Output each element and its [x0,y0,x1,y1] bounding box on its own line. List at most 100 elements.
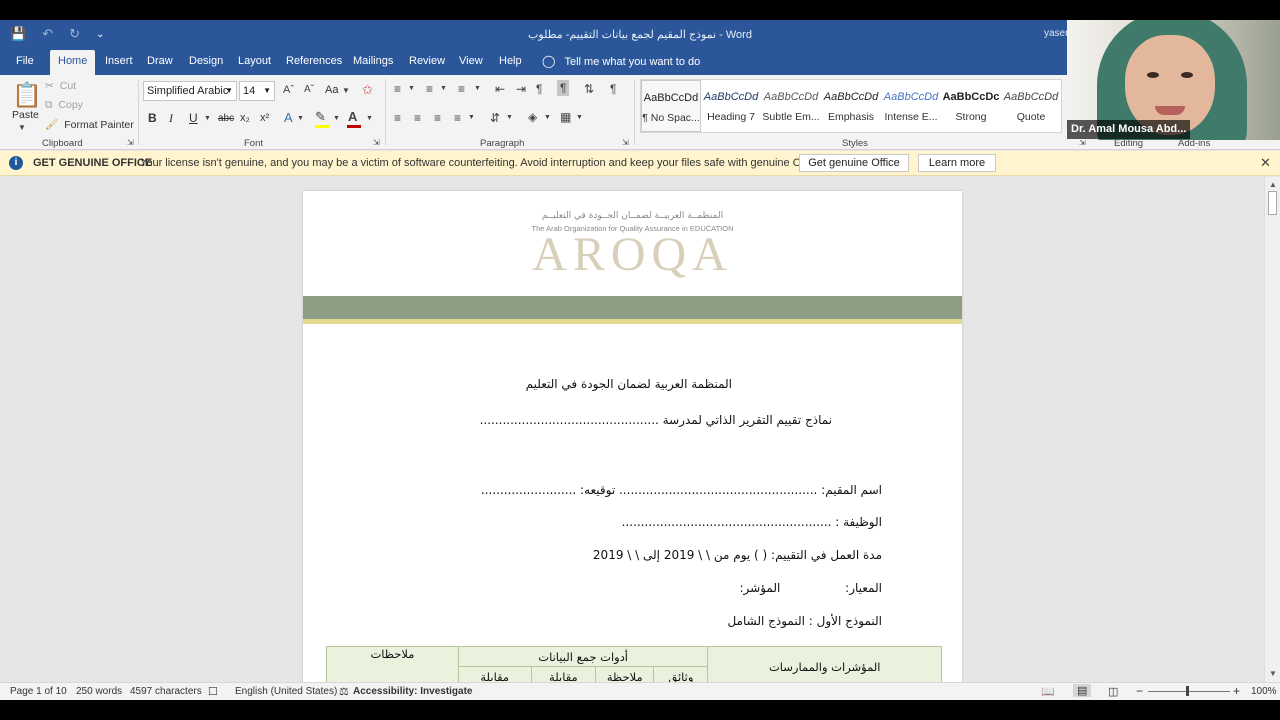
chevron-down-icon[interactable]: ▼ [204,115,211,122]
table-subheader-observation[interactable]: ملاحظة [595,666,655,682]
shrink-font-icon[interactable]: Aˇ [304,84,314,95]
format-painter-button[interactable]: 🖌 Format Painter [45,118,134,131]
table-header-indicators[interactable]: المؤشرات والممارسات [707,646,942,682]
chevron-down-icon[interactable]: ▼ [576,114,583,121]
tab-home[interactable]: Home [50,50,96,75]
chevron-down-icon[interactable]: ▼ [342,86,350,95]
style-strong[interactable]: AaBbCcDc Strong [941,80,1001,132]
vertical-scrollbar[interactable]: ▲ ▼ [1264,177,1280,682]
tab-help[interactable]: Help [497,50,524,75]
document-canvas[interactable]: المنظمــة العربيــة لضمــان الجــودة في … [0,177,1264,682]
italic-button[interactable]: I [169,111,173,126]
chevron-down-icon[interactable]: ▼ [506,114,513,121]
justify-icon[interactable]: ≡ [454,111,461,125]
underline-button[interactable]: U [189,111,198,125]
chevron-down-icon[interactable]: ▼ [366,115,373,122]
tab-references[interactable]: References [284,50,344,75]
proofing-icon[interactable]: ☐ [208,685,218,698]
paste-icon[interactable]: 📋 [12,81,42,110]
subscript-button[interactable]: x₂ [240,112,250,124]
learn-more-button[interactable]: Learn more [918,154,996,172]
clear-formatting-icon[interactable]: ✩ [362,82,373,98]
strikethrough-button[interactable]: abc [218,113,234,124]
zoom-in-icon[interactable]: + [1233,684,1240,698]
org-name-line[interactable]: المنظمة العربية لضمان الجودة في التعليم [526,377,732,391]
zoom-out-icon[interactable]: − [1136,684,1143,698]
line-spacing-icon[interactable]: ⇵ [490,111,500,125]
accessibility-status[interactable]: Accessibility: Investigate [353,686,473,697]
font-family-select[interactable]: Simplified Arabic ▼ [143,81,237,101]
duration-line[interactable]: مدة العمل في التقييم: ( ) يوم من \ \ 201… [593,548,882,562]
decrease-indent-icon[interactable]: ⇤ [495,82,505,96]
chevron-down-icon[interactable]: ▼ [468,114,475,121]
increase-indent-icon[interactable]: ⇥ [516,82,526,96]
read-mode-icon[interactable]: 📖 [1041,685,1055,698]
text-effects-icon[interactable]: A [284,110,293,125]
font-color-icon[interactable]: A [348,109,357,124]
tab-mailings[interactable]: Mailings [351,50,395,75]
rtl-direction-icon[interactable]: ¶ [536,82,542,96]
scroll-down-icon[interactable]: ▼ [1269,669,1277,678]
multilevel-list-icon[interactable]: ≡ [458,82,465,96]
tab-draw[interactable]: Draw [145,50,175,75]
tab-review[interactable]: Review [407,50,447,75]
tell-me-box[interactable]: ◯ Tell me what you want to do [542,50,700,75]
clipboard-launcher-icon[interactable]: ⇲ [127,138,134,147]
shading-icon[interactable]: ◈ [528,110,537,124]
zoom-slider-thumb[interactable] [1186,686,1189,696]
scroll-up-icon[interactable]: ▲ [1269,180,1277,189]
superscript-button[interactable]: x² [260,112,269,124]
web-layout-icon[interactable]: ◫ [1108,685,1118,698]
scrollbar-thumb[interactable] [1268,191,1277,215]
sort-icon[interactable]: ⇅ [584,82,594,96]
language-indicator[interactable]: English (United States) [235,686,337,697]
evaluator-line[interactable]: اسم المقيم: ............................… [481,483,882,497]
grow-font-icon[interactable]: Aˆ [283,84,294,96]
paragraph-launcher-icon[interactable]: ⇲ [622,138,629,147]
chevron-down-icon[interactable]: ▼ [297,115,304,122]
style-emphasis[interactable]: AaBbCcDd Emphasis [821,80,881,132]
tab-insert[interactable]: Insert [103,50,135,75]
font-size-select[interactable]: 14 ▼ [239,81,275,101]
bold-button[interactable]: B [148,111,157,125]
tab-view[interactable]: View [457,50,485,75]
align-right-icon[interactable]: ≡ [434,111,441,125]
bullets-icon[interactable]: ≡ [394,82,401,96]
table-subheader-interview[interactable]: مقابلة [530,666,597,682]
chevron-down-icon[interactable]: ▼ [474,85,481,92]
character-count[interactable]: 4597 characters [130,686,202,697]
document-page[interactable]: المنظمــة العربيــة لضمــان الجــودة في … [303,191,962,682]
tab-layout[interactable]: Layout [236,50,273,75]
word-count[interactable]: 250 words [76,686,122,697]
data-collection-table[interactable]: المؤشرات والممارسات أدوات جمع البيانات م… [326,646,942,682]
standard-line[interactable]: المعيار: المؤشر: [739,581,882,595]
show-marks-icon[interactable]: ¶ [610,82,616,96]
paste-button[interactable]: Paste [12,109,39,121]
ltr-direction-icon[interactable]: ¶ [557,80,570,96]
table-header-tools[interactable]: أدوات جمع البيانات [457,646,709,667]
align-center-icon[interactable]: ≡ [414,111,421,125]
zoom-slider-track[interactable] [1148,691,1230,692]
table-subheader-documents[interactable]: وثائق [653,666,709,682]
job-line[interactable]: الوظيفة : ..............................… [622,515,882,529]
chevron-down-icon[interactable]: ▼ [544,114,551,121]
style-no-spacing[interactable]: AaBbCcDd ¶ No Spac... [641,80,701,132]
style-heading-7[interactable]: AaBbCcDd Heading 7 [701,80,761,132]
table-header-notes[interactable]: ملاحظات [326,646,459,682]
zoom-level[interactable]: 100% [1251,686,1277,697]
get-genuine-office-button[interactable]: Get genuine Office [799,154,909,172]
model-line[interactable]: النموذج الأول : النموذج الشامل [727,614,882,628]
chevron-down-icon[interactable]: ▼ [408,85,415,92]
tab-file[interactable]: File [14,50,36,75]
style-intense-emphasis[interactable]: AaBbCcDd Intense E... [881,80,941,132]
chevron-down-icon[interactable]: ▼ [333,115,340,122]
font-launcher-icon[interactable]: ⇲ [373,138,380,147]
align-left-icon[interactable]: ≡ [394,111,401,125]
table-subheader-interview[interactable]: مقابلة [457,666,532,682]
style-quote[interactable]: AaBbCcDd Quote [1001,80,1061,132]
chevron-down-icon[interactable]: ▼ [440,85,447,92]
paste-dropdown-icon[interactable]: ▼ [18,123,26,132]
change-case-button[interactable]: Aa [325,84,338,96]
copy-button[interactable]: ⧉ Copy [45,99,83,112]
numbering-icon[interactable]: ≡ [426,82,433,96]
